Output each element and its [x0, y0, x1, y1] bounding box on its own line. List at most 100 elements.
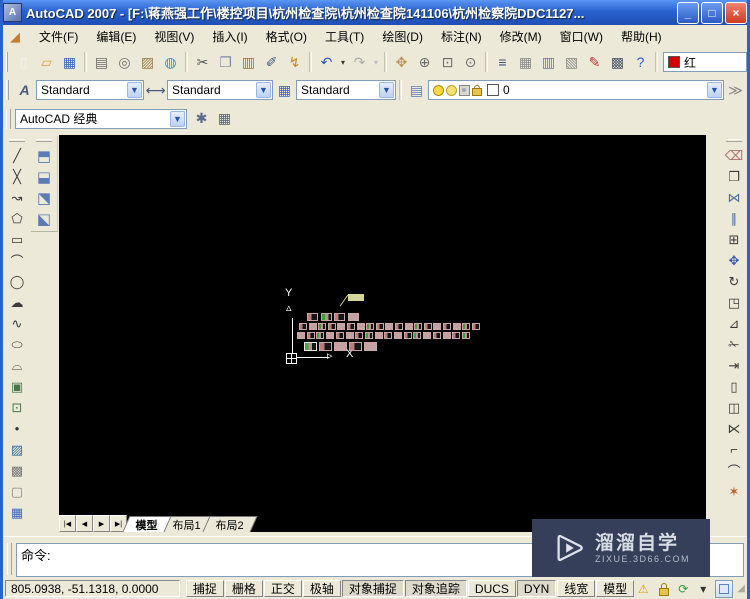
- toggle-dyn[interactable]: DYN: [516, 580, 557, 597]
- undo-dropdown[interactable]: ▾: [338, 52, 348, 73]
- new-icon[interactable]: ▯: [12, 52, 35, 73]
- drawing-block[interactable]: [423, 332, 432, 339]
- toggle-ducs[interactable]: DUCS: [467, 580, 516, 597]
- fillet-icon[interactable]: ⌒: [723, 461, 745, 480]
- undo-icon[interactable]: ↶: [315, 52, 338, 73]
- extend-icon[interactable]: ⇥: [723, 356, 745, 375]
- toggle-osnap[interactable]: 对象捕捉: [341, 580, 404, 597]
- layer-thaw-sun-icon[interactable]: [446, 84, 457, 96]
- toolbar-grip[interactable]: [726, 139, 742, 142]
- drawing-block[interactable]: [304, 342, 317, 351]
- menu-tools[interactable]: 工具(T): [316, 25, 373, 48]
- scale-icon[interactable]: ◳: [723, 293, 745, 312]
- dim-style-combo[interactable]: Standard ▼: [167, 80, 273, 100]
- chevron-down-icon[interactable]: ▼: [170, 110, 185, 127]
- drawing-block[interactable]: [452, 323, 461, 330]
- chevron-down-icon[interactable]: ▼: [379, 82, 394, 98]
- menu-view[interactable]: 视图(V): [145, 25, 203, 48]
- drawing-block[interactable]: [347, 323, 355, 330]
- drawing-block[interactable]: [327, 323, 336, 330]
- drawing-block[interactable]: [433, 323, 442, 330]
- toggle-otrack[interactable]: 对象追踪: [404, 580, 467, 597]
- drawing-block[interactable]: [364, 342, 377, 351]
- open-icon[interactable]: ▱: [35, 52, 58, 73]
- drawing-block[interactable]: [297, 332, 305, 339]
- point-icon[interactable]: •: [6, 419, 28, 438]
- block-editor-icon[interactable]: ↯: [283, 52, 306, 73]
- drawing-block[interactable]: [375, 323, 384, 330]
- drawing-block[interactable]: [316, 332, 325, 339]
- drawing-block[interactable]: [432, 332, 441, 339]
- break-icon[interactable]: ◫: [723, 398, 745, 417]
- 3d-dwf-icon[interactable]: ◍: [159, 52, 182, 73]
- drawing-block[interactable]: [452, 332, 461, 339]
- drawing-block[interactable]: [442, 332, 451, 339]
- toggle-polar[interactable]: 极轴: [302, 580, 341, 597]
- designcenter-icon[interactable]: ▦: [514, 52, 537, 73]
- drawing-block[interactable]: [385, 323, 394, 330]
- tool-palettes-icon[interactable]: ▥: [537, 52, 560, 73]
- drawing-block[interactable]: [364, 332, 373, 339]
- zoom-window-icon[interactable]: ⊡: [436, 52, 459, 73]
- bring-above-objects-icon[interactable]: ⬔: [33, 188, 55, 207]
- minimize-button[interactable]: _: [677, 1, 699, 24]
- drawing-block[interactable]: [395, 323, 403, 330]
- quickcalc-icon[interactable]: ▩: [606, 52, 629, 73]
- toolbar-grip[interactable]: [6, 80, 9, 100]
- drawing-block[interactable]: [318, 323, 327, 330]
- menu-modify[interactable]: 修改(M): [491, 25, 551, 48]
- maximize-button[interactable]: □: [701, 1, 723, 24]
- drawing-block[interactable]: [308, 323, 317, 330]
- rotate-icon[interactable]: ↻: [723, 272, 745, 291]
- chevron-down-icon[interactable]: ▼: [707, 82, 722, 98]
- save-icon[interactable]: ▦: [58, 52, 81, 73]
- table-style-combo[interactable]: Standard ▼: [296, 80, 396, 100]
- drawing-block[interactable]: [355, 332, 364, 339]
- ellipse-icon[interactable]: ⬭: [6, 335, 28, 354]
- drawing-block[interactable]: [403, 332, 412, 339]
- workspace-settings-gear-icon[interactable]: ✱: [190, 108, 213, 129]
- copy-icon[interactable]: ❐: [214, 52, 237, 73]
- drawing-block[interactable]: [423, 323, 432, 330]
- send-under-objects-icon[interactable]: ⬕: [33, 209, 55, 228]
- region-icon[interactable]: ▢: [6, 482, 28, 501]
- drawing-block[interactable]: [334, 313, 345, 321]
- tray-dropdown-icon[interactable]: ▾: [695, 581, 711, 597]
- move-icon[interactable]: ✥: [723, 251, 745, 270]
- explode-icon[interactable]: ✶: [723, 482, 745, 501]
- drawing-block[interactable]: [471, 323, 480, 330]
- stretch-icon[interactable]: ⊿: [723, 314, 745, 333]
- drawing-block[interactable]: [320, 313, 332, 321]
- text-style-icon[interactable]: A: [13, 80, 36, 101]
- menu-edit[interactable]: 编辑(E): [87, 25, 145, 48]
- drawing-block[interactable]: [306, 332, 315, 339]
- drawing-block[interactable]: [461, 332, 470, 339]
- tab-nav-prev[interactable]: ◀: [76, 515, 93, 532]
- toggle-ortho[interactable]: 正交: [263, 580, 302, 597]
- drawing-block[interactable]: [319, 342, 332, 351]
- erase-icon[interactable]: ⌫: [723, 146, 745, 165]
- properties-icon[interactable]: ≡: [491, 52, 514, 73]
- drawing-block[interactable]: [384, 332, 393, 339]
- help-icon[interactable]: ?: [629, 52, 652, 73]
- chamfer-icon[interactable]: ⌐: [723, 440, 745, 459]
- redo-icon[interactable]: ↷: [348, 52, 371, 73]
- communication-center-icon[interactable]: ⚠: [635, 581, 651, 597]
- drawing-block[interactable]: [356, 323, 365, 330]
- drawing-block[interactable]: [366, 323, 375, 330]
- workspace-combo[interactable]: AutoCAD 经典 ▼: [15, 108, 187, 129]
- clean-screen-button[interactable]: [715, 579, 734, 598]
- layer-on-bulb-icon[interactable]: [433, 84, 444, 96]
- insert-block-icon[interactable]: ▣: [6, 377, 28, 396]
- coordinate-readout[interactable]: 805.0938, -51.1318, 0.0000: [5, 580, 180, 597]
- markup-set-manager-icon[interactable]: ✎: [583, 52, 606, 73]
- drawing-block[interactable]: [307, 313, 318, 321]
- chevron-down-icon[interactable]: ▼: [256, 82, 271, 98]
- paste-icon[interactable]: ▥: [237, 52, 260, 73]
- toggle-model[interactable]: 模型: [596, 580, 635, 597]
- make-block-icon[interactable]: ⊡: [6, 398, 28, 417]
- rectangle-icon[interactable]: ▭: [6, 230, 28, 249]
- toolbar-grip[interactable]: [36, 139, 52, 142]
- mirror-icon[interactable]: ⋈: [723, 188, 745, 207]
- drawing-block[interactable]: [299, 323, 307, 330]
